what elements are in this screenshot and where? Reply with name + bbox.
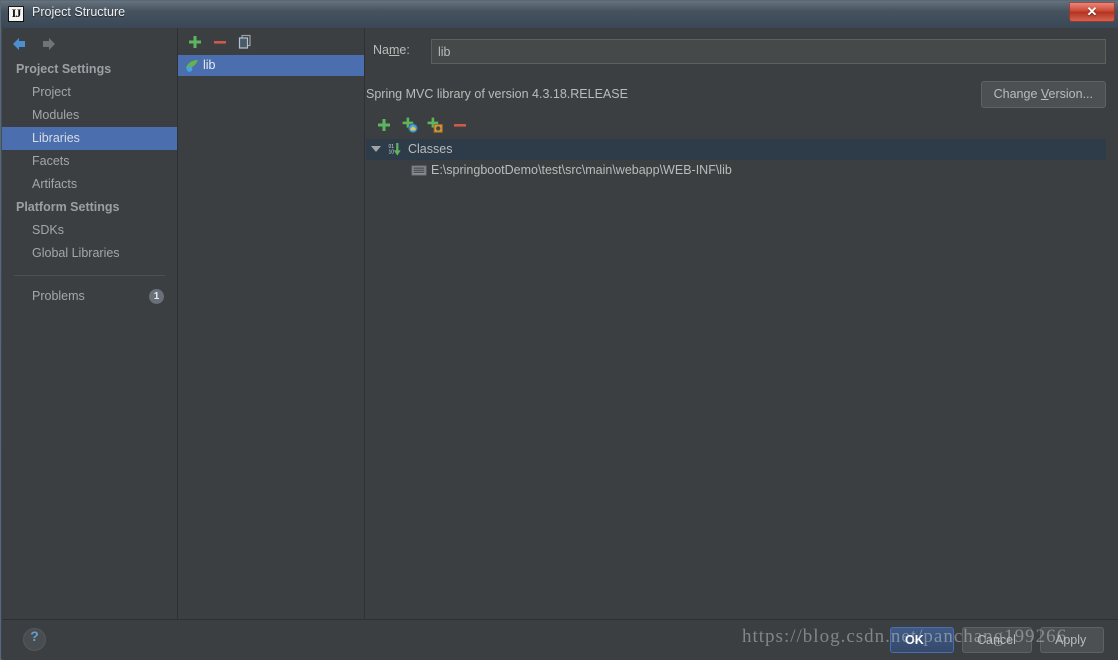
libraries-toolbar	[178, 28, 364, 55]
settings-nav-list: Project Settings Project Modules Librari…	[2, 58, 177, 308]
sidebar-item-problems-label: Problems	[32, 289, 85, 303]
apply-button[interactable]: Apply	[1040, 627, 1104, 653]
nav-group-project-settings: Project Settings	[16, 62, 112, 76]
plus-icon[interactable]	[375, 116, 393, 134]
sidebar-item-sdks[interactable]: SDKs	[2, 219, 177, 242]
intellij-idea-icon: IJ	[8, 6, 24, 22]
library-description: Spring MVC library of version 4.3.18.REL…	[366, 87, 628, 101]
arrow-left-icon[interactable]	[10, 36, 32, 52]
classes-root-icon: 01 10	[388, 142, 404, 157]
plus-sources-icon[interactable]	[426, 116, 444, 134]
minus-icon[interactable]	[451, 116, 469, 134]
library-name-input[interactable]	[431, 39, 1106, 64]
tree-row[interactable]: 01 10 Classes	[366, 139, 1106, 160]
library-icon	[184, 58, 200, 73]
copy-icon[interactable]	[236, 33, 254, 51]
project-structure-dialog: IJ Project Structure ✕ Project Settings …	[0, 0, 1118, 660]
nav-toolbar	[2, 28, 177, 56]
description-row: Spring MVC library of version 4.3.18.REL…	[366, 81, 1106, 110]
sidebar-item-libraries[interactable]: Libraries	[2, 127, 177, 150]
libraries-list-panel: lib	[178, 28, 365, 620]
close-icon: ✕	[1086, 4, 1098, 19]
list-item-label: lib	[203, 58, 216, 72]
question-mark-icon[interactable]: ?	[23, 628, 46, 651]
name-row: Name:	[373, 39, 1106, 65]
sidebar-item-modules[interactable]: Modules	[2, 104, 177, 127]
help-button-label: ?	[30, 628, 39, 644]
nav-divider	[14, 275, 165, 276]
change-version-button[interactable]: Change Version...	[980, 81, 1106, 108]
minus-icon[interactable]	[211, 33, 229, 51]
chevron-down-icon[interactable]	[371, 146, 381, 152]
name-label: Name:	[373, 43, 410, 57]
library-roots-tree: 01 10 Classes E:\springbootDemo\test\src…	[366, 139, 1106, 612]
sidebar-item-global-libraries[interactable]: Global Libraries	[2, 242, 177, 265]
roots-toolbar	[370, 113, 1106, 137]
plus-icon[interactable]	[186, 33, 204, 51]
sidebar-item-problems[interactable]: Problems 1	[2, 285, 177, 308]
dialog-footer: ? OK Cancel Apply	[2, 619, 1118, 660]
window-title: Project Structure	[32, 5, 126, 19]
libraries-list: lib	[178, 55, 364, 620]
sidebar-item-artifacts[interactable]: Artifacts	[2, 173, 177, 196]
ok-button[interactable]: OK	[890, 627, 954, 653]
problems-count-badge: 1	[149, 289, 164, 304]
jar-directory-icon	[411, 163, 427, 178]
arrow-right-icon[interactable]	[36, 36, 58, 52]
sidebar-item-project[interactable]: Project	[2, 81, 177, 104]
sidebar-item-facets[interactable]: Facets	[2, 150, 177, 173]
window-frame: IJ Project Structure ✕ Project Settings …	[0, 0, 1118, 660]
list-item[interactable]: lib	[178, 55, 364, 76]
close-button[interactable]: ✕	[1069, 2, 1115, 22]
svg-text:10: 10	[389, 150, 395, 156]
intellij-idea-icon-text: IJ	[11, 6, 22, 20]
nav-group-platform-settings: Platform Settings	[16, 200, 120, 214]
plus-classes-icon[interactable]	[401, 116, 419, 134]
tree-row[interactable]: E:\springbootDemo\test\src\main\webapp\W…	[366, 160, 1106, 181]
dialog-body: Project Settings Project Modules Librari…	[2, 28, 1118, 660]
settings-nav-panel: Project Settings Project Modules Librari…	[2, 28, 178, 620]
cancel-button[interactable]: Cancel	[962, 627, 1032, 653]
library-detail-panel: Name: Spring MVC library of version 4.3.…	[365, 28, 1118, 620]
title-bar: IJ Project Structure ✕	[1, 1, 1118, 28]
